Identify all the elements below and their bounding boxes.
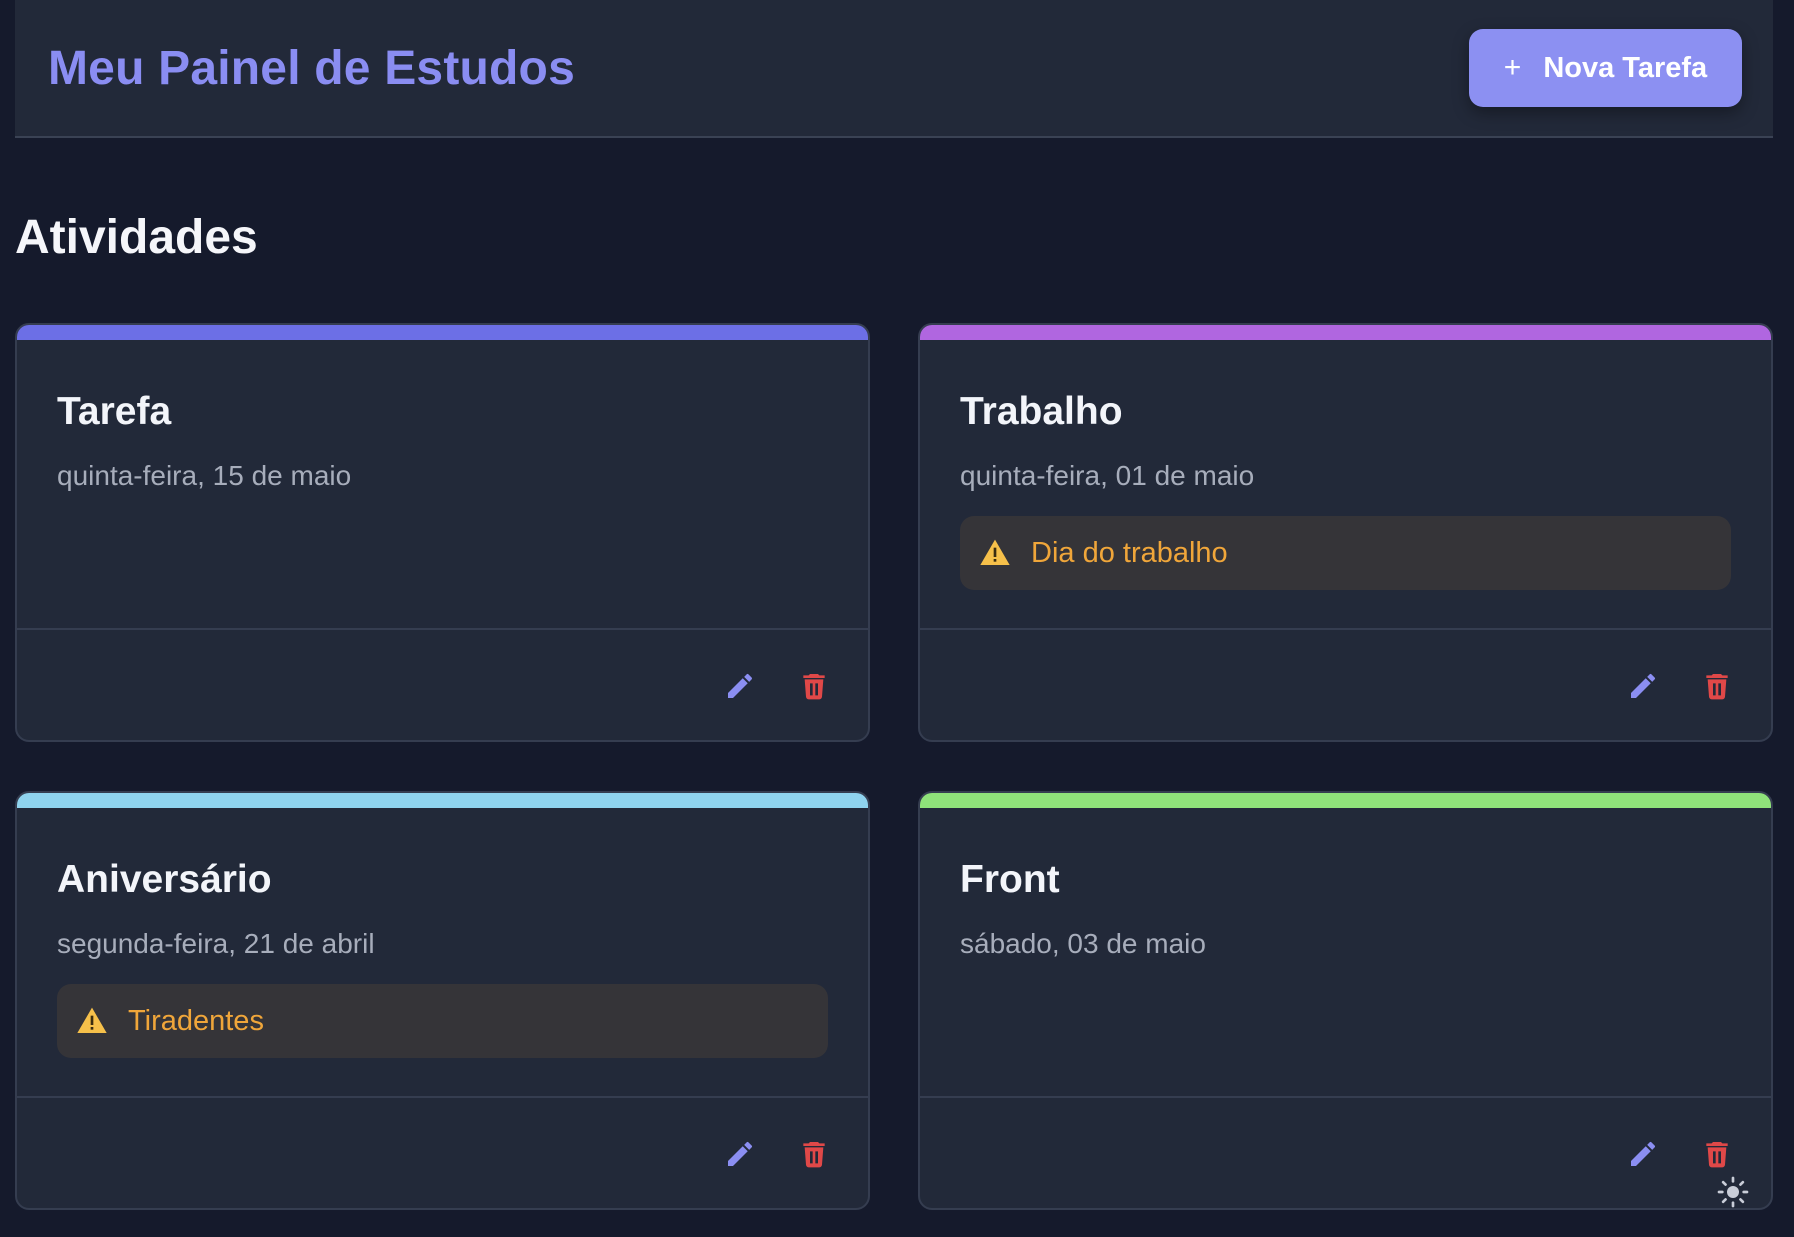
warning-icon bbox=[979, 537, 1011, 569]
warning-icon bbox=[76, 1005, 108, 1037]
trash-icon[interactable] bbox=[1701, 670, 1733, 702]
activity-card: Front sábado, 03 de maio bbox=[918, 791, 1773, 1210]
card-date: quinta-feira, 01 de maio bbox=[960, 460, 1255, 491]
card-accent-bar bbox=[920, 793, 1771, 808]
pencil-icon[interactable] bbox=[724, 670, 756, 702]
holiday-label: Dia do trabalho bbox=[1031, 536, 1228, 569]
card-footer bbox=[920, 1096, 1771, 1208]
trash-icon[interactable] bbox=[798, 670, 830, 702]
card-accent-bar bbox=[17, 325, 868, 340]
card-accent-bar bbox=[920, 325, 1771, 340]
trash-icon[interactable] bbox=[798, 1138, 830, 1170]
pencil-icon[interactable] bbox=[1627, 670, 1659, 702]
app-header: Meu Painel de Estudos + Nova Tarefa bbox=[15, 0, 1773, 138]
new-task-button[interactable]: + Nova Tarefa bbox=[1469, 29, 1742, 107]
card-footer bbox=[17, 628, 868, 740]
activity-card: Aniversário segunda-feira, 21 de abril T… bbox=[15, 791, 870, 1210]
card-date: quinta-feira, 15 de maio bbox=[57, 460, 352, 491]
card-date: sábado, 03 de maio bbox=[960, 928, 1206, 959]
holiday-notice: Dia do trabalho bbox=[960, 516, 1731, 590]
card-footer bbox=[17, 1096, 868, 1208]
holiday-label: Tiradentes bbox=[128, 1004, 264, 1037]
pencil-icon[interactable] bbox=[1627, 1138, 1659, 1170]
card-title: Trabalho bbox=[960, 390, 1123, 433]
new-task-label: Nova Tarefa bbox=[1543, 51, 1708, 84]
page-title: Meu Painel de Estudos bbox=[48, 41, 575, 95]
plus-icon: + bbox=[1503, 51, 1522, 84]
holiday-notice: Tiradentes bbox=[57, 984, 828, 1058]
card-date: segunda-feira, 21 de abril bbox=[57, 928, 375, 959]
section-title: Atividades bbox=[15, 211, 258, 264]
card-title: Tarefa bbox=[57, 390, 172, 433]
card-title: Aniversário bbox=[57, 858, 272, 901]
card-accent-bar bbox=[17, 793, 868, 808]
activity-card: Trabalho quinta-feira, 01 de maio Dia do… bbox=[918, 323, 1773, 742]
card-title: Front bbox=[960, 858, 1060, 901]
sun-icon[interactable] bbox=[1717, 1176, 1749, 1208]
pencil-icon[interactable] bbox=[724, 1138, 756, 1170]
trash-icon[interactable] bbox=[1701, 1138, 1733, 1170]
activity-card: Tarefa quinta-feira, 15 de maio bbox=[15, 323, 870, 742]
card-footer bbox=[920, 628, 1771, 740]
activity-grid: Tarefa quinta-feira, 15 de maio Trabalho… bbox=[15, 323, 1773, 1210]
